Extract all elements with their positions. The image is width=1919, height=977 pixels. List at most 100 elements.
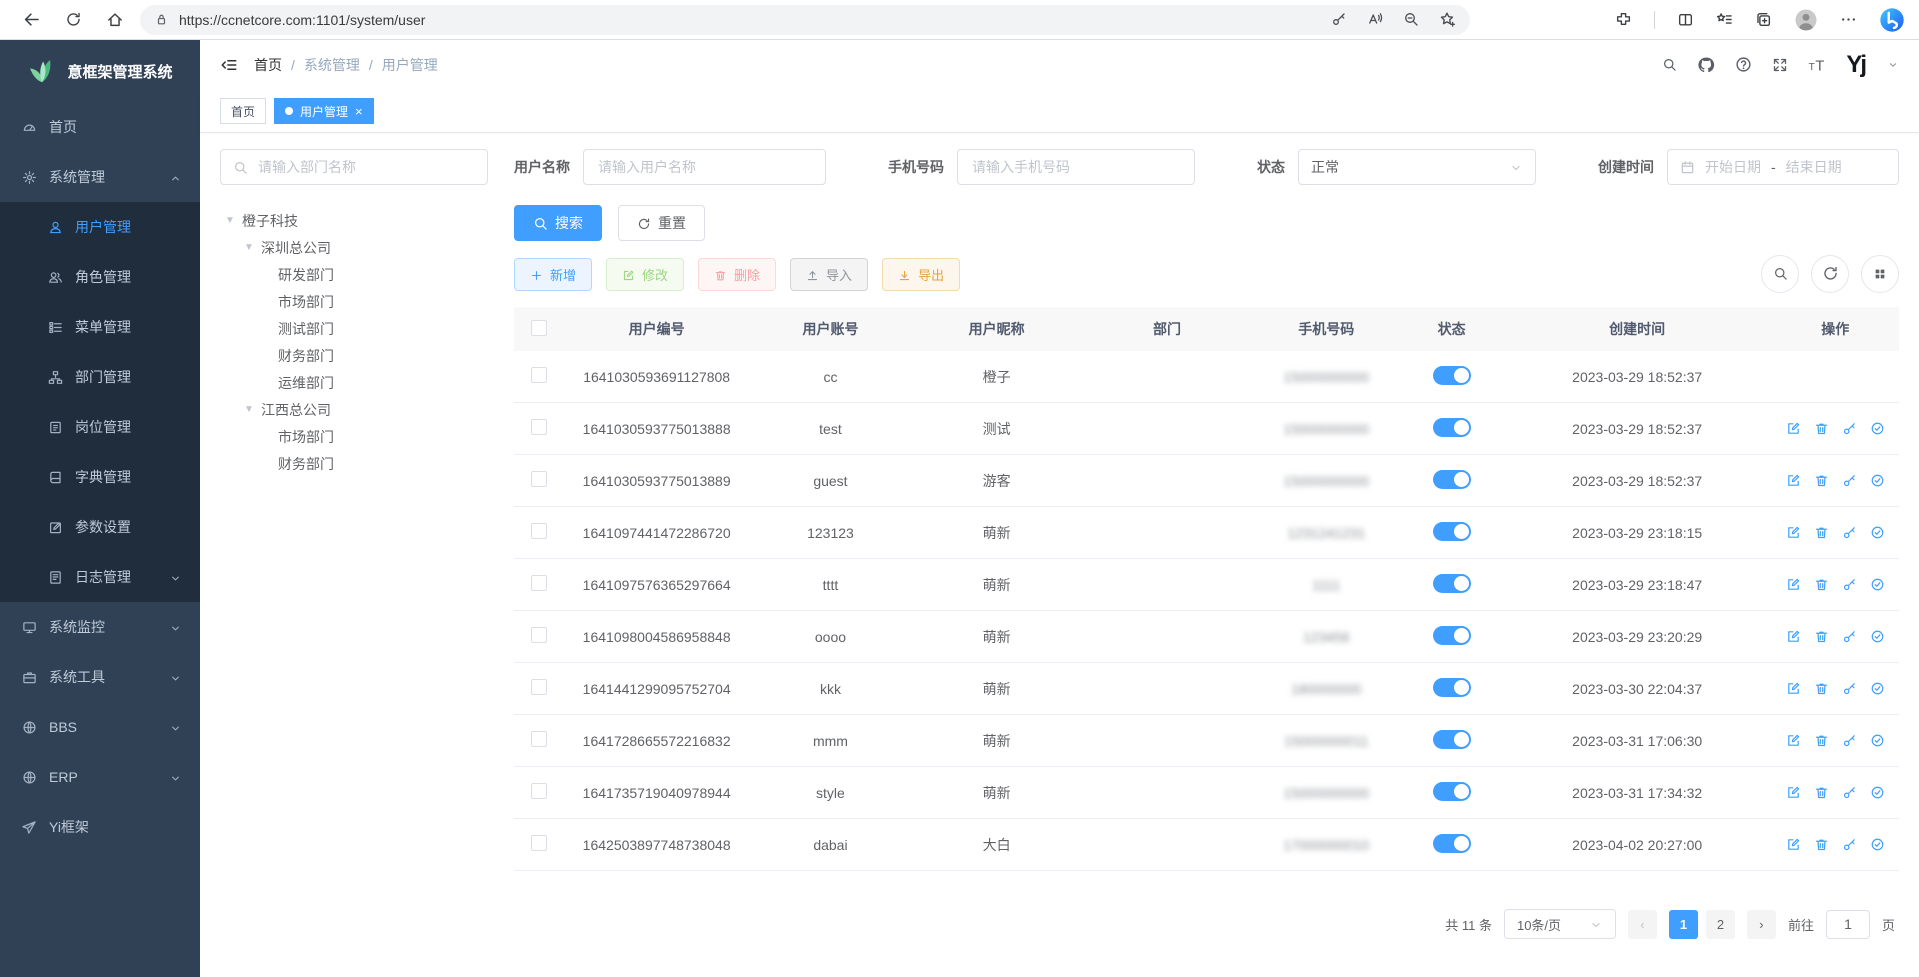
breadcrumb-item[interactable]: 首页 (254, 55, 282, 75)
delete-row-button[interactable] (1814, 629, 1829, 644)
status-toggle[interactable] (1433, 626, 1471, 645)
sidebar-item-0[interactable]: 首页 (0, 102, 200, 152)
assign-role-button[interactable] (1870, 681, 1885, 696)
dept-search-input[interactable] (256, 158, 475, 176)
row-checkbox[interactable] (531, 419, 547, 435)
reset-password-button[interactable] (1842, 681, 1857, 696)
favorite-add-icon[interactable] (1439, 11, 1456, 29)
table-refresh-button[interactable] (1811, 255, 1849, 293)
delete-row-button[interactable] (1814, 681, 1829, 696)
export-button[interactable]: 导出 (882, 258, 960, 291)
tree-node-7[interactable]: ▼江西总公司 (220, 396, 488, 423)
delete-row-button[interactable] (1814, 525, 1829, 540)
avatar-caret-icon[interactable] (1887, 56, 1899, 74)
edit-row-button[interactable] (1786, 837, 1801, 852)
tree-node-0[interactable]: ▼橙子科技 (220, 207, 488, 234)
sidebar-fold-icon[interactable] (220, 56, 238, 74)
sidebar-item-1[interactable]: 系统管理 (0, 152, 200, 202)
tree-node-9[interactable]: 财务部门 (220, 450, 488, 477)
row-checkbox[interactable] (531, 835, 547, 851)
url-text[interactable]: https://ccnetcore.com:1101/system/user (179, 12, 425, 28)
modify-button[interactable]: 修改 (606, 258, 684, 291)
edit-row-button[interactable] (1786, 577, 1801, 592)
help-icon[interactable] (1735, 56, 1752, 74)
delete-row-button[interactable] (1814, 577, 1829, 592)
reset-password-button[interactable] (1842, 837, 1857, 852)
delete-row-button[interactable] (1814, 837, 1829, 852)
zoom-out-icon[interactable] (1403, 11, 1419, 29)
status-toggle[interactable] (1433, 782, 1471, 801)
tree-node-4[interactable]: 测试部门 (220, 315, 488, 342)
tree-expand-caret-icon[interactable]: ▼ (243, 242, 255, 253)
sidebar-item-2[interactable]: 用户管理 (0, 202, 200, 252)
assign-role-button[interactable] (1870, 785, 1885, 800)
bing-chat-icon[interactable] (1879, 7, 1905, 33)
edit-row-button[interactable] (1786, 681, 1801, 696)
sidebar-item-5[interactable]: 部门管理 (0, 352, 200, 402)
sidebar-item-10[interactable]: 系统监控 (0, 602, 200, 652)
next-page-button[interactable]: › (1747, 910, 1776, 939)
assign-role-button[interactable] (1870, 733, 1885, 748)
search-icon[interactable] (1662, 56, 1677, 74)
assign-role-button[interactable] (1870, 577, 1885, 592)
close-tab-icon[interactable]: × (355, 104, 363, 119)
reset-password-button[interactable] (1842, 785, 1857, 800)
reset-password-button[interactable] (1842, 421, 1857, 436)
tree-node-3[interactable]: 市场部门 (220, 288, 488, 315)
column-settings-button[interactable] (1861, 255, 1899, 293)
row-checkbox[interactable] (531, 575, 547, 591)
row-checkbox[interactable] (531, 367, 547, 383)
date-range-picker[interactable]: 开始日期 - 结束日期 (1667, 149, 1899, 185)
page-button-2[interactable]: 2 (1706, 910, 1735, 939)
phone-field-wrap[interactable] (957, 149, 1195, 185)
delete-row-button[interactable] (1814, 421, 1829, 436)
more-menu-icon[interactable] (1840, 11, 1857, 29)
tree-node-2[interactable]: 研发部门 (220, 261, 488, 288)
split-screen-icon[interactable] (1677, 11, 1694, 29)
sidebar-item-7[interactable]: 字典管理 (0, 452, 200, 502)
delete-row-button[interactable] (1814, 785, 1829, 800)
fullscreen-icon[interactable] (1772, 56, 1788, 74)
table-search-toggle-button[interactable] (1761, 255, 1799, 293)
github-icon[interactable] (1697, 56, 1715, 74)
import-button[interactable]: 导入 (790, 258, 868, 291)
sidebar-item-9[interactable]: 日志管理 (0, 552, 200, 602)
back-icon[interactable] (14, 5, 48, 35)
row-checkbox[interactable] (531, 523, 547, 539)
status-toggle[interactable] (1433, 366, 1471, 385)
phone-field[interactable] (970, 158, 1182, 176)
page-size-select[interactable]: 10条/页 (1504, 909, 1616, 939)
row-checkbox[interactable] (531, 471, 547, 487)
status-toggle[interactable] (1433, 730, 1471, 749)
tree-node-6[interactable]: 运维部门 (220, 369, 488, 396)
home-icon[interactable] (98, 5, 132, 35)
assign-role-button[interactable] (1870, 421, 1885, 436)
delete-button[interactable]: 删除 (698, 258, 776, 291)
assign-role-button[interactable] (1870, 629, 1885, 644)
tree-node-8[interactable]: 市场部门 (220, 423, 488, 450)
delete-row-button[interactable] (1814, 733, 1829, 748)
date-end-placeholder[interactable]: 结束日期 (1786, 157, 1842, 177)
favorites-bar-icon[interactable] (1716, 11, 1733, 29)
tree-node-1[interactable]: ▼深圳总公司 (220, 234, 488, 261)
row-checkbox[interactable] (531, 627, 547, 643)
assign-role-button[interactable] (1870, 473, 1885, 488)
sidebar-item-11[interactable]: 系统工具 (0, 652, 200, 702)
sidebar-item-13[interactable]: ERP (0, 752, 200, 802)
username-field-wrap[interactable] (583, 149, 826, 185)
reset-button[interactable]: 重置 (618, 205, 705, 241)
row-checkbox[interactable] (531, 731, 547, 747)
dept-search-input-wrap[interactable] (220, 149, 488, 185)
status-toggle[interactable] (1433, 522, 1471, 541)
status-toggle[interactable] (1433, 470, 1471, 489)
user-avatar[interactable]: Yj (1846, 53, 1865, 77)
select-all-checkbox[interactable] (531, 320, 547, 336)
goto-page-input[interactable] (1827, 915, 1869, 933)
edit-row-button[interactable] (1786, 473, 1801, 488)
font-size-icon[interactable]: TT (1808, 56, 1826, 74)
key-icon[interactable] (1331, 11, 1347, 29)
username-field[interactable] (596, 158, 813, 176)
read-aloud-icon[interactable] (1367, 11, 1383, 29)
goto-page-input-wrap[interactable] (1826, 910, 1870, 939)
tree-expand-caret-icon[interactable]: ▼ (243, 404, 255, 415)
